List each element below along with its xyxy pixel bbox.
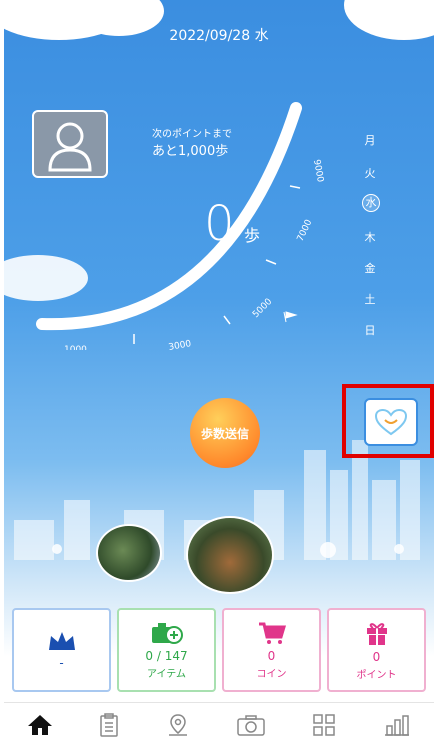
gauge-tick: 5000 xyxy=(251,297,274,320)
highlight-box xyxy=(342,384,434,458)
grid-icon[interactable] xyxy=(312,713,336,737)
crown-icon xyxy=(48,632,75,650)
send-steps-button[interactable]: 歩数送信 xyxy=(190,398,260,468)
map-pin-icon[interactable] xyxy=(166,713,190,737)
step-count: 0 xyxy=(204,196,235,252)
photo-spot[interactable] xyxy=(96,524,162,582)
photo-slot-dot xyxy=(394,544,404,554)
weekday[interactable]: 木 xyxy=(358,229,382,245)
items-value: 0 / 147 xyxy=(145,648,188,663)
gauge-tick: 3000 xyxy=(168,339,193,350)
items-label: アイテム xyxy=(147,668,186,680)
weekday[interactable]: 月 xyxy=(358,132,382,148)
coins-card[interactable]: 0 コイン xyxy=(222,608,321,692)
stats-bar: - 0 / 147 アイテム 0 コイン 0 ポイント xyxy=(12,608,426,692)
goal-flag-icon xyxy=(283,311,298,323)
camera-icon[interactable] xyxy=(236,714,266,736)
rank-value: - xyxy=(59,656,64,670)
weekday[interactable]: 火 xyxy=(358,165,382,181)
coins-label: コイン xyxy=(256,668,287,680)
weekday[interactable]: 金 xyxy=(358,260,382,276)
weekday[interactable]: 日 xyxy=(358,322,382,338)
cart-icon xyxy=(258,622,286,644)
clipboard-icon[interactable] xyxy=(99,713,119,737)
home-icon[interactable] xyxy=(27,714,53,736)
weekday-active[interactable]: 水 xyxy=(362,194,380,212)
chart-icon[interactable] xyxy=(383,714,411,736)
gauge-tick: 7000 xyxy=(296,218,315,243)
camera-add-icon xyxy=(151,622,183,644)
gift-icon xyxy=(366,622,387,645)
photo-spot[interactable] xyxy=(186,516,274,594)
step-gauge: 1000 3000 5000 7000 9000 xyxy=(36,102,324,350)
header-date: 2022/09/28 水 xyxy=(169,28,269,44)
app-screen: 2022/09/28 水 次のポイントまで あと1,000歩 1000 3000… xyxy=(4,0,434,746)
step-unit: 歩 xyxy=(244,226,261,245)
bottom-nav xyxy=(4,702,434,746)
rank-card[interactable]: - xyxy=(12,608,111,692)
photo-slot-dot xyxy=(320,542,336,558)
items-card[interactable]: 0 / 147 アイテム xyxy=(117,608,216,692)
gauge-tick: 1000 xyxy=(64,345,87,350)
points-label: ポイント xyxy=(356,669,397,681)
photo-slot-dot xyxy=(52,544,62,554)
gauge-tick: 9000 xyxy=(311,159,324,184)
weekday[interactable]: 土 xyxy=(358,291,382,307)
points-value: 0 xyxy=(372,649,381,664)
points-card[interactable]: 0 ポイント xyxy=(327,608,426,692)
menu-icon[interactable] xyxy=(396,22,420,42)
coins-value: 0 xyxy=(267,648,276,663)
